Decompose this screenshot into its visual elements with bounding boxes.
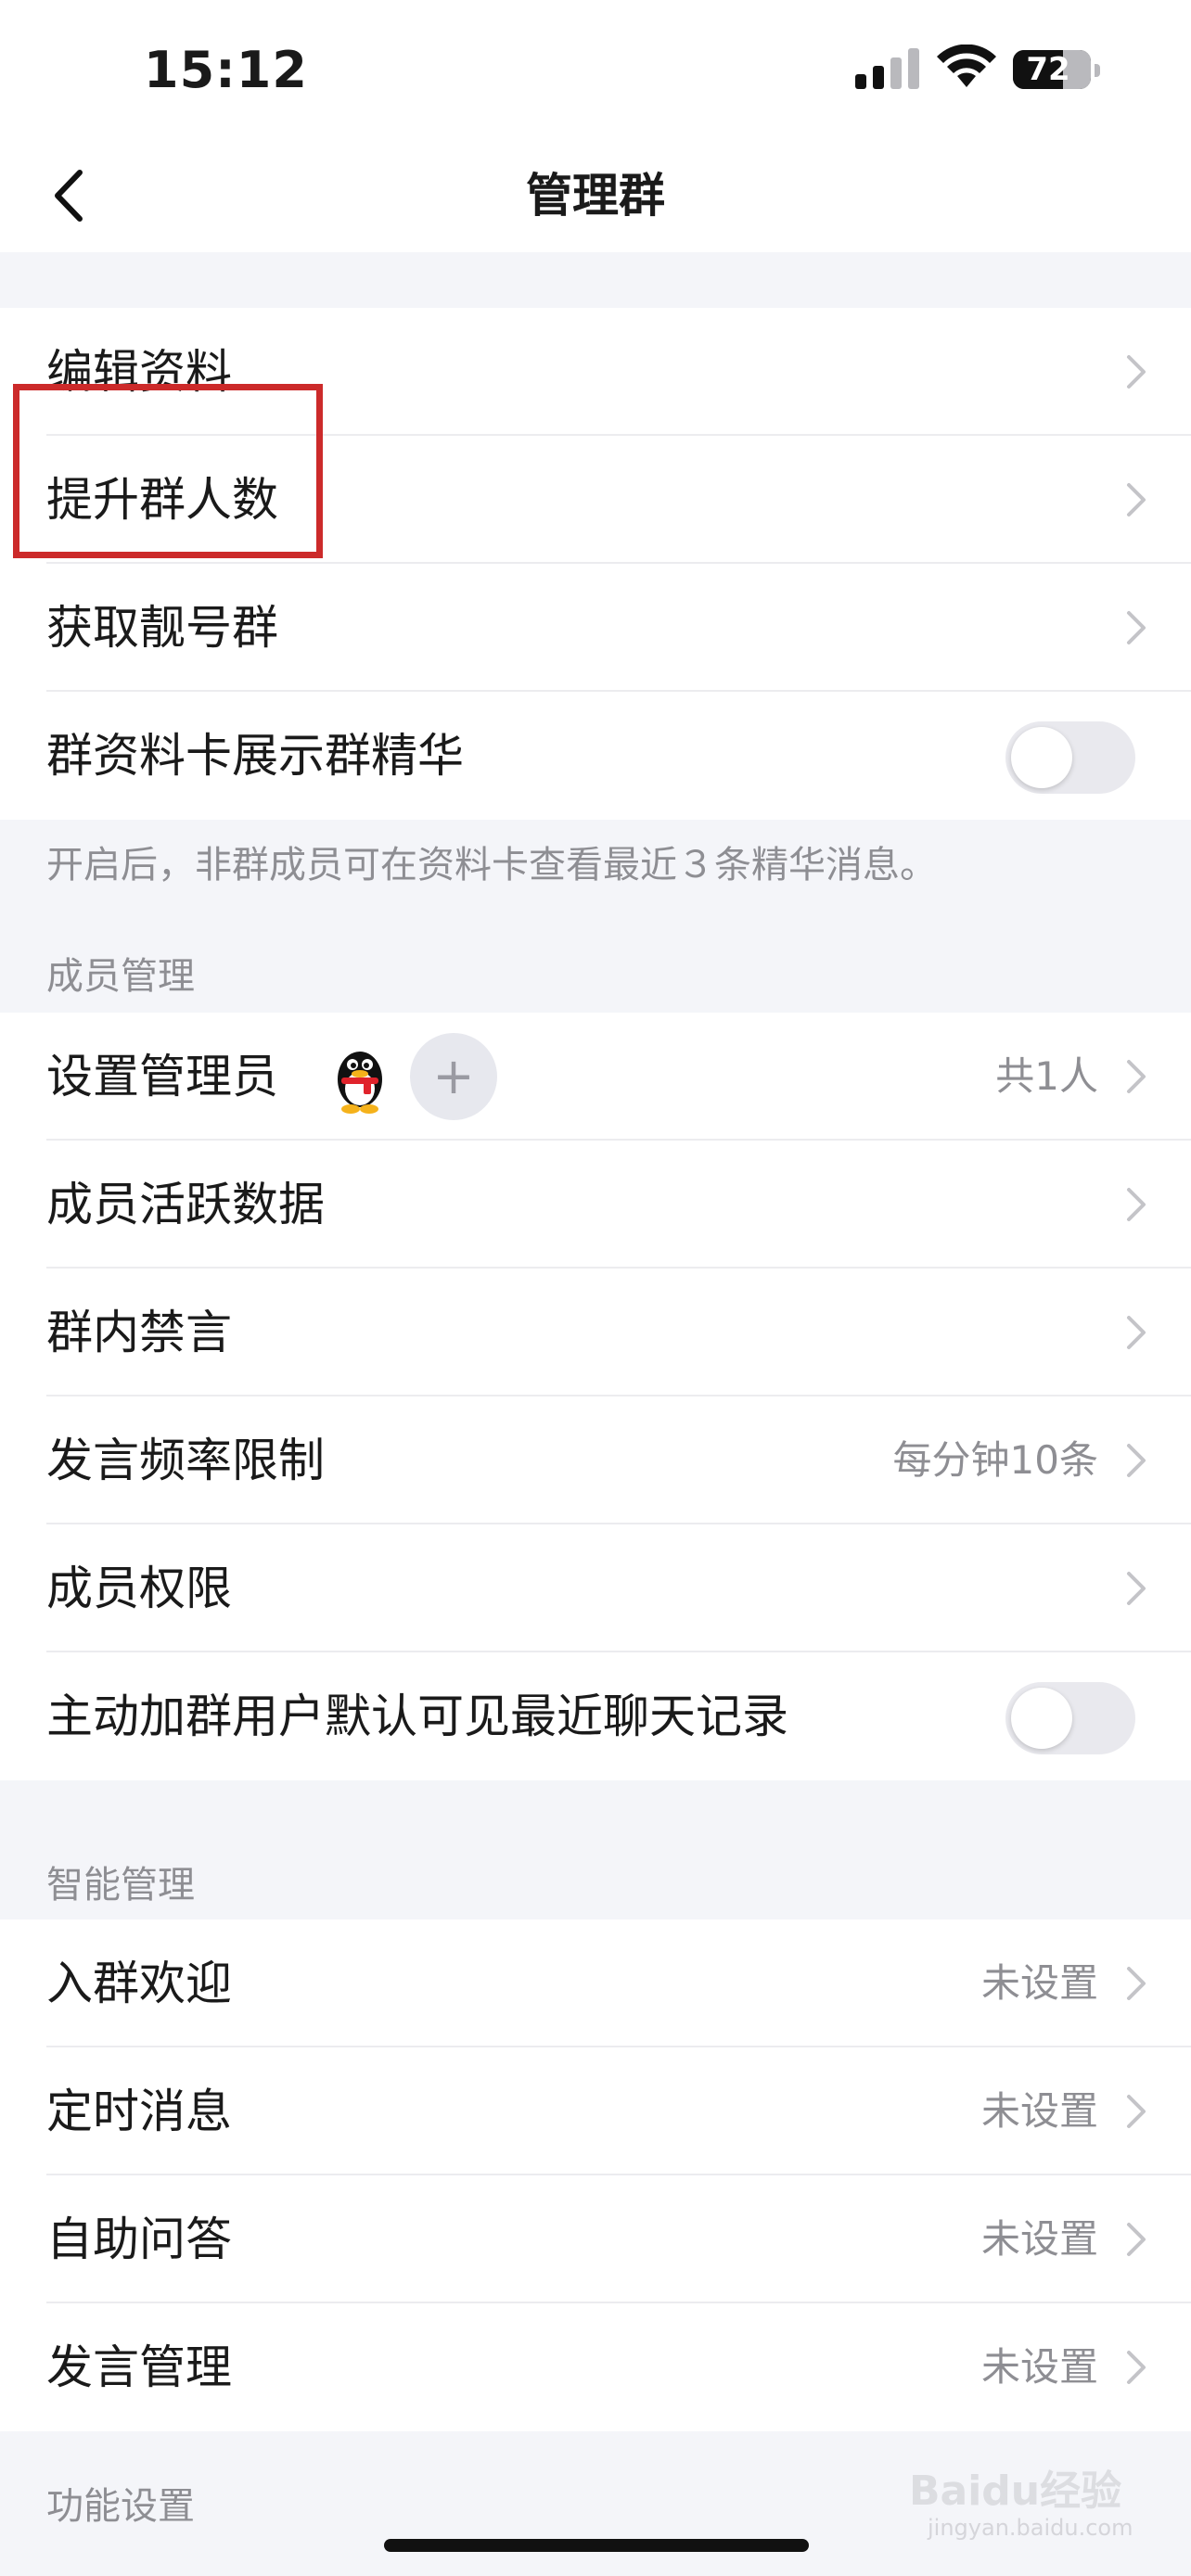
chevron-right-icon — [1127, 2351, 1146, 2384]
row-value: 未设置 — [980, 2088, 1098, 2134]
chevron-right-icon — [1127, 355, 1146, 389]
chevron-right-icon — [1127, 1316, 1146, 1349]
scheduled-message-row[interactable]: 定时消息 未设置 — [0, 2047, 1191, 2175]
row-value: 每分钟10条 — [892, 1437, 1098, 1483]
row-label: 成员权限 — [46, 1562, 232, 1615]
section-title-smart-management: 智能管理 — [46, 1864, 195, 1906]
nav-bar: 管理群 — [0, 139, 1191, 252]
watermark-url: jingyan.baidu.com — [928, 2515, 1133, 2541]
plus-icon: + — [432, 1047, 475, 1105]
chevron-right-icon — [1127, 1444, 1146, 1477]
speech-management-row[interactable]: 发言管理 未设置 — [0, 2303, 1191, 2431]
add-admin-button[interactable]: + — [410, 1033, 497, 1120]
status-time: 15:12 — [144, 41, 308, 99]
chevron-right-icon — [1127, 1967, 1146, 2000]
member-activity-row[interactable]: 成员活跃数据 — [0, 1141, 1191, 1269]
row-label: 发言管理 — [46, 2340, 232, 2394]
chevron-right-icon — [1127, 611, 1146, 644]
chevron-right-icon — [1127, 1188, 1146, 1221]
smart-management-group: 入群欢迎 未设置 定时消息 未设置 自助问答 未设置 发言管理 未设置 — [0, 1919, 1191, 2431]
penguin-avatar-icon — [338, 1052, 382, 1114]
get-pretty-number-row[interactable]: 获取靓号群 — [0, 564, 1191, 692]
highlight-box — [13, 384, 323, 558]
battery-icon: 72 — [1013, 50, 1100, 89]
status-bar: 15:12 72 — [0, 0, 1191, 139]
cellular-signal-icon — [855, 48, 919, 89]
highlights-note: 开启后，非群成员可在资料卡查看最近３条精华消息。 — [46, 844, 937, 886]
row-label: 定时消息 — [46, 2085, 232, 2138]
show-recent-chat-row: 主动加群用户默认可见最近聊天记录 — [0, 1652, 1191, 1780]
wifi-icon — [937, 45, 996, 87]
chevron-right-icon — [1127, 483, 1146, 516]
self-service-qa-row[interactable]: 自助问答 未设置 — [0, 2175, 1191, 2303]
row-value: 未设置 — [980, 2344, 1098, 2390]
chevron-right-icon — [1127, 1060, 1146, 1093]
show-highlights-row: 群资料卡展示群精华 — [0, 692, 1191, 820]
page-title: 管理群 — [526, 169, 665, 223]
chevron-right-icon — [1127, 2223, 1146, 2256]
row-value: 未设置 — [980, 2216, 1098, 2262]
section-title-member-management: 成员管理 — [46, 955, 195, 998]
row-label: 入群欢迎 — [46, 1957, 232, 2010]
set-admin-row[interactable]: 设置管理员 + 共1人 — [0, 1013, 1191, 1141]
chevron-right-icon — [1127, 2095, 1146, 2128]
row-label: 获取靓号群 — [46, 601, 278, 655]
show-highlights-toggle[interactable] — [1005, 721, 1135, 794]
chevron-right-icon — [1127, 1572, 1146, 1605]
message-frequency-row[interactable]: 发言频率限制 每分钟10条 — [0, 1396, 1191, 1524]
group-mute-row[interactable]: 群内禁言 — [0, 1269, 1191, 1396]
row-label: 发言频率限制 — [46, 1434, 325, 1487]
row-label: 群资料卡展示群精华 — [46, 729, 464, 783]
row-label: 成员活跃数据 — [46, 1178, 325, 1231]
row-label: 设置管理员 — [46, 1050, 278, 1103]
row-label: 主动加群用户默认可见最近聊天记录 — [46, 1690, 788, 1743]
section-title-feature-settings: 功能设置 — [46, 2485, 195, 2528]
show-recent-chat-toggle[interactable] — [1005, 1682, 1135, 1754]
row-label: 群内禁言 — [46, 1306, 232, 1359]
welcome-message-row[interactable]: 入群欢迎 未设置 — [0, 1919, 1191, 2047]
member-management-group: 设置管理员 + 共1人 成员活跃数据 群内禁言 发言频率限制 每分钟10条 成员… — [0, 1013, 1191, 1780]
row-value: 共1人 — [995, 1053, 1098, 1099]
battery-level: 72 — [1026, 51, 1070, 88]
row-value: 未设置 — [980, 1960, 1098, 2006]
home-indicator[interactable] — [384, 2539, 809, 2552]
member-permissions-row[interactable]: 成员权限 — [0, 1524, 1191, 1652]
row-label: 自助问答 — [46, 2213, 232, 2266]
watermark: Baidu经验 — [909, 2468, 1122, 2515]
